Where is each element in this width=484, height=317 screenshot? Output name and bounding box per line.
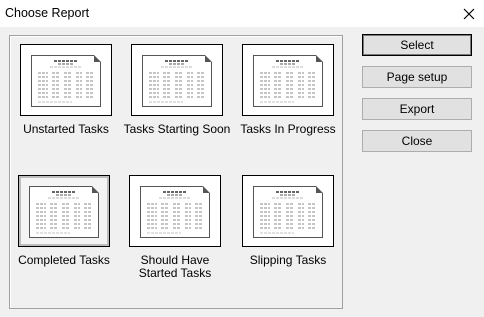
- export-button[interactable]: Export: [362, 98, 472, 120]
- report-item-tasks-starting-soon[interactable]: Tasks Starting Soon: [121, 44, 233, 136]
- report-label: Tasks In Progress: [240, 122, 336, 136]
- report-item-slipping-tasks[interactable]: Slipping Tasks: [232, 175, 344, 267]
- window-title: Choose Report: [5, 6, 90, 20]
- report-item-tasks-in-progress[interactable]: Tasks In Progress: [232, 44, 344, 136]
- report-page-icon: [140, 186, 210, 238]
- report-item-unstarted-tasks[interactable]: Unstarted Tasks: [10, 44, 122, 136]
- report-page-icon: [31, 55, 101, 107]
- choose-report-dialog: Choose Report Unstarted Tasks Tasks Star…: [0, 0, 484, 317]
- page-setup-button[interactable]: Page setup: [362, 66, 472, 88]
- report-list: Unstarted Tasks Tasks Starting Soon Task…: [9, 35, 343, 309]
- title-bar: Choose Report: [0, 0, 484, 27]
- select-button[interactable]: Select: [362, 34, 472, 56]
- close-button[interactable]: Close: [362, 130, 472, 152]
- report-thumbnail[interactable]: [242, 175, 334, 247]
- report-label: Unstarted Tasks: [23, 122, 109, 136]
- report-label: Should Have Started Tasks: [138, 253, 212, 280]
- report-label: Completed Tasks: [18, 253, 110, 267]
- report-page-icon: [253, 55, 323, 107]
- report-thumbnail[interactable]: [18, 175, 110, 247]
- report-item-should-have-started-tasks[interactable]: Should Have Started Tasks: [119, 175, 231, 280]
- report-thumbnail[interactable]: [129, 175, 221, 247]
- report-page-icon: [142, 55, 212, 107]
- report-label: Tasks Starting Soon: [123, 122, 231, 136]
- close-window-icon[interactable]: [454, 0, 484, 27]
- report-page-icon: [253, 186, 323, 238]
- report-page-icon: [29, 186, 99, 238]
- report-item-completed-tasks[interactable]: Completed Tasks: [8, 175, 120, 267]
- report-label: Slipping Tasks: [249, 253, 327, 267]
- report-thumbnail[interactable]: [131, 44, 223, 116]
- report-thumbnail[interactable]: [242, 44, 334, 116]
- report-thumbnail[interactable]: [20, 44, 112, 116]
